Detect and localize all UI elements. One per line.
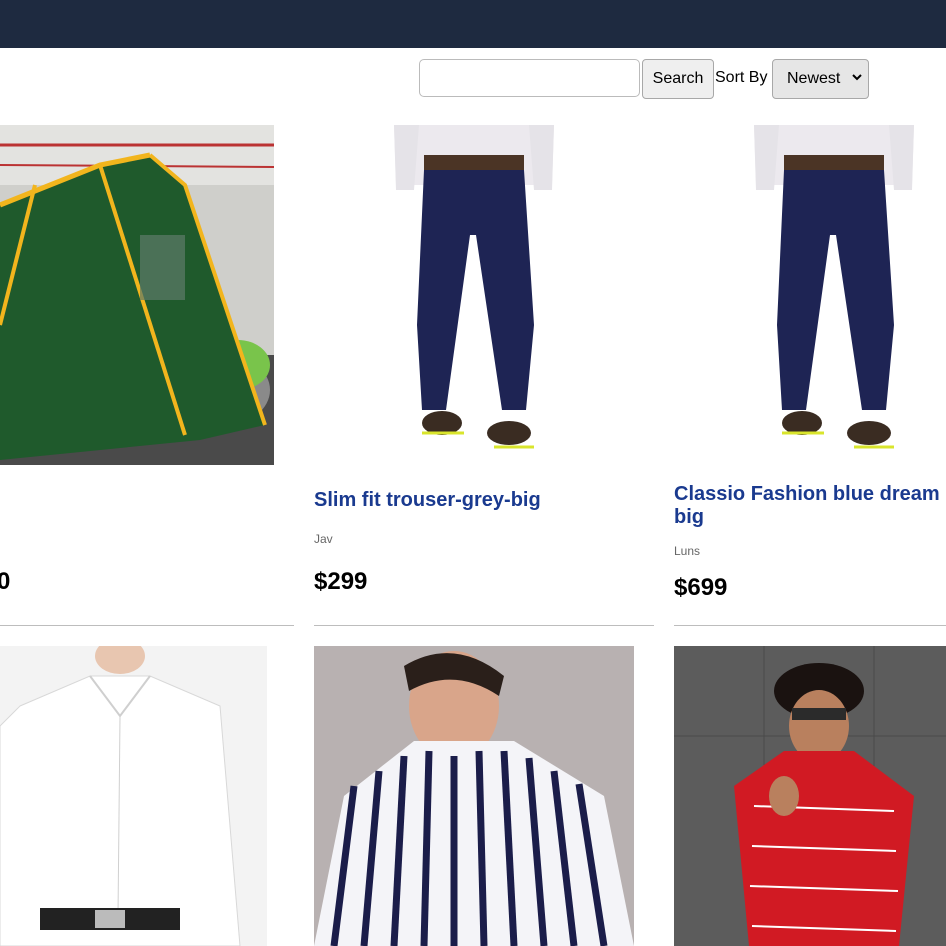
striped-shirt-illustration [314, 646, 634, 946]
trousers-illustration [394, 125, 554, 449]
product-image[interactable] [314, 125, 634, 465]
product-title[interactable]: Classio Fashion blue dream big [674, 483, 946, 529]
red-print-shirt-illustration [674, 646, 946, 946]
sort-select[interactable]: Newest [772, 59, 869, 99]
product-card[interactable]: 0 [0, 125, 294, 627]
sort-selected-value: Newest [787, 70, 841, 87]
card-divider [674, 625, 946, 626]
product-price: 0 [0, 568, 11, 595]
product-card[interactable] [314, 646, 654, 946]
product-image[interactable] [0, 646, 267, 946]
product-title[interactable]: Slim fit trouser-grey-big [314, 489, 644, 512]
product-card[interactable] [674, 646, 946, 946]
card-divider [314, 625, 654, 626]
product-price: $699 [674, 574, 728, 601]
product-image[interactable] [314, 646, 634, 946]
chevron-down-icon [852, 74, 862, 81]
tent-illustration [0, 125, 274, 465]
product-brand: Luns [674, 544, 701, 558]
product-brand: Jav [314, 532, 333, 546]
product-card[interactable]: Classio Fashion blue dream big Luns $699 [674, 125, 946, 627]
product-image[interactable] [674, 125, 946, 465]
search-button[interactable]: Search [642, 59, 714, 99]
top-navbar [0, 0, 946, 48]
product-image[interactable] [674, 646, 946, 946]
sort-by-label: Sort By [715, 69, 768, 86]
product-card[interactable] [0, 646, 294, 946]
product-image[interactable] [0, 125, 274, 465]
white-shirt-illustration [0, 646, 267, 946]
product-card[interactable]: Slim fit trouser-grey-big Jav $299 [314, 125, 654, 627]
search-input[interactable] [419, 59, 640, 97]
trousers-illustration [754, 125, 914, 449]
card-divider [0, 625, 294, 626]
product-price: $299 [314, 568, 368, 595]
